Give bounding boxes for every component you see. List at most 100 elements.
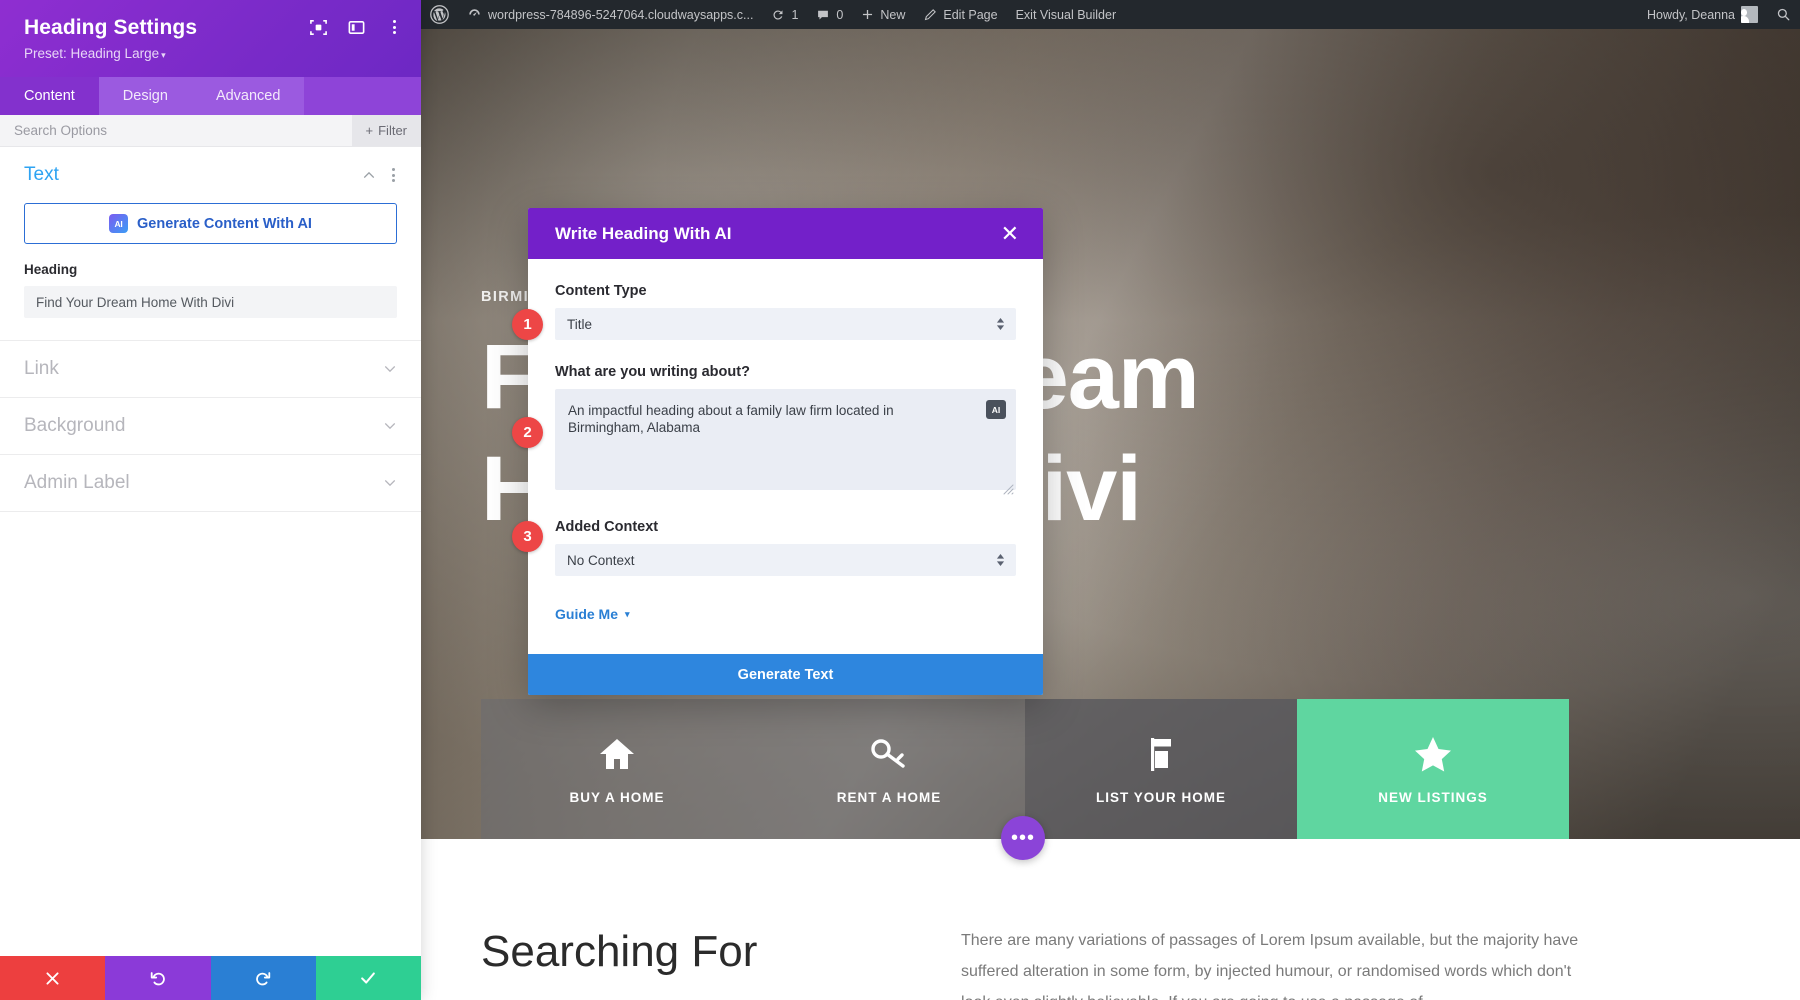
key-icon xyxy=(869,733,909,775)
settings-search-row: + Filter xyxy=(0,115,421,147)
tile-label: NEW LISTINGS xyxy=(1378,790,1488,805)
settings-panel-header: Heading Settings Preset: Heading Large ▾ xyxy=(0,0,421,77)
edit-page-label: Edit Page xyxy=(943,7,998,22)
group-link-header[interactable]: Link xyxy=(24,341,397,397)
group-link-controls xyxy=(383,362,397,376)
avatar xyxy=(1741,6,1758,23)
group-text-controls xyxy=(362,166,397,184)
redo-button[interactable] xyxy=(210,956,316,1000)
group-text-body: AI Generate Content With AI Heading xyxy=(24,203,397,340)
prompt-field-wrap: AI xyxy=(555,389,1016,495)
filter-button[interactable]: + Filter xyxy=(351,115,421,146)
chevron-down-icon[interactable] xyxy=(383,476,397,490)
edit-page-item[interactable]: Edit Page xyxy=(914,0,1006,29)
tile-rent-a-home[interactable]: RENT A HOME xyxy=(753,699,1025,839)
below-fold-section: Searching For There are many variations … xyxy=(421,839,1800,1000)
exit-builder-label: Exit Visual Builder xyxy=(1015,7,1117,22)
panel-layout-icon[interactable] xyxy=(345,16,367,38)
generate-ai-label: Generate Content With AI xyxy=(137,215,312,232)
filter-label: Filter xyxy=(378,123,407,138)
preset-selector[interactable]: Preset: Heading Large ▾ xyxy=(24,45,401,64)
chevron-down-icon: ▾ xyxy=(161,50,166,60)
prompt-textarea[interactable] xyxy=(555,389,1016,490)
group-link: Link xyxy=(0,341,421,398)
comments-count: 0 xyxy=(836,7,844,22)
tile-new-listings[interactable]: NEW LISTINGS xyxy=(1297,699,1569,839)
tile-list-your-home[interactable]: LIST YOUR HOME xyxy=(1025,699,1297,839)
group-admin-label-controls xyxy=(383,476,397,490)
comments-item[interactable]: 0 xyxy=(807,0,852,29)
wordpress-logo-icon[interactable] xyxy=(421,0,458,29)
admin-bar-right: Howdy, Deanna xyxy=(1638,0,1800,29)
write-with-ai-modal: Write Heading With AI ✕ Content Type Tit… xyxy=(528,208,1043,695)
generate-content-with-ai-button[interactable]: AI Generate Content With AI xyxy=(24,203,397,244)
plus-icon: + xyxy=(365,123,374,138)
chevron-down-icon[interactable] xyxy=(383,419,397,433)
new-content-item[interactable]: New xyxy=(852,0,914,29)
group-text-header[interactable]: Text xyxy=(24,147,397,203)
preset-label: Preset: Heading Large xyxy=(24,46,160,61)
group-admin-label-header[interactable]: Admin Label xyxy=(24,455,397,511)
textarea-resize-handle-icon[interactable] xyxy=(1003,482,1014,495)
settings-action-bar xyxy=(0,956,421,1000)
tab-content[interactable]: Content xyxy=(0,77,99,115)
updates-item[interactable]: 1 xyxy=(762,0,807,29)
star-icon xyxy=(1413,733,1453,775)
added-context-value: No Context xyxy=(567,552,635,568)
heading-input[interactable] xyxy=(24,286,397,318)
howdy-label: Howdy, Deanna xyxy=(1646,7,1735,22)
content-type-value: Title xyxy=(567,316,593,332)
panel-more-options-icon[interactable] xyxy=(383,16,405,38)
site-name-item[interactable]: wordpress-784896-5247064.cloudwaysapps.c… xyxy=(458,0,762,29)
step-marker-1: 1 xyxy=(512,309,543,340)
comment-bubble-icon xyxy=(818,10,829,20)
prompt-label: What are you writing about? xyxy=(555,364,750,380)
select-stepper-icon xyxy=(996,554,1005,566)
step-marker-2: 2 xyxy=(512,417,543,448)
group-background-header[interactable]: Background xyxy=(24,398,397,454)
wp-admin-bar: wordpress-784896-5247064.cloudwaysapps.c… xyxy=(421,0,1800,29)
cancel-button[interactable] xyxy=(0,956,106,1000)
group-admin-label: Admin Label xyxy=(0,455,421,512)
group-background-controls xyxy=(383,419,397,433)
select-stepper-icon xyxy=(996,318,1005,330)
tab-advanced[interactable]: Advanced xyxy=(191,77,305,115)
search-item[interactable] xyxy=(1767,0,1800,29)
builder-fab-menu-icon[interactable]: ••• xyxy=(1001,816,1045,860)
focus-module-icon[interactable] xyxy=(307,16,329,38)
tile-label: RENT A HOME xyxy=(836,790,942,805)
chevron-up-icon[interactable] xyxy=(362,168,376,182)
updates-count: 1 xyxy=(791,7,799,22)
exit-visual-builder-item[interactable]: Exit Visual Builder xyxy=(1007,0,1126,29)
below-section-title: Searching For xyxy=(481,927,758,976)
chevron-down-icon[interactable] xyxy=(383,362,397,376)
check-icon xyxy=(361,972,376,984)
ai-icon: AI xyxy=(109,214,129,233)
content-type-select[interactable]: Title xyxy=(555,308,1016,340)
generate-text-button[interactable]: Generate Text xyxy=(528,654,1043,695)
group-text-label: Text xyxy=(24,164,59,185)
added-context-label: Added Context xyxy=(555,519,659,535)
guide-me-toggle[interactable]: Guide Me ▾ xyxy=(555,606,630,622)
group-background: Background xyxy=(0,398,421,455)
ai-icon[interactable]: AI xyxy=(986,400,1006,419)
modal-body: Content Type Title What are you writing … xyxy=(528,259,1043,654)
for-sale-sign-icon xyxy=(1141,733,1181,775)
save-button[interactable] xyxy=(315,956,421,1000)
undo-icon xyxy=(150,972,165,986)
tile-buy-a-home[interactable]: BUY A HOME xyxy=(481,699,753,839)
guide-me-label: Guide Me xyxy=(555,606,619,622)
dashboard-icon xyxy=(469,9,480,16)
site-url-label: wordpress-784896-5247064.cloudwaysapps.c… xyxy=(488,7,754,22)
tab-design[interactable]: Design xyxy=(98,77,192,115)
content-type-label: Content Type xyxy=(555,283,647,299)
group-link-label: Link xyxy=(24,358,59,379)
tile-label: LIST YOUR HOME xyxy=(1095,790,1226,805)
added-context-select[interactable]: No Context xyxy=(555,544,1016,576)
undo-button[interactable] xyxy=(105,956,211,1000)
search-input[interactable] xyxy=(0,115,352,146)
settings-panel-body: Text AI Generate Content With AI Heading xyxy=(0,147,421,956)
group-text-more-icon[interactable] xyxy=(390,166,397,184)
close-icon[interactable]: ✕ xyxy=(997,221,1023,247)
my-account-item[interactable]: Howdy, Deanna xyxy=(1638,0,1767,29)
